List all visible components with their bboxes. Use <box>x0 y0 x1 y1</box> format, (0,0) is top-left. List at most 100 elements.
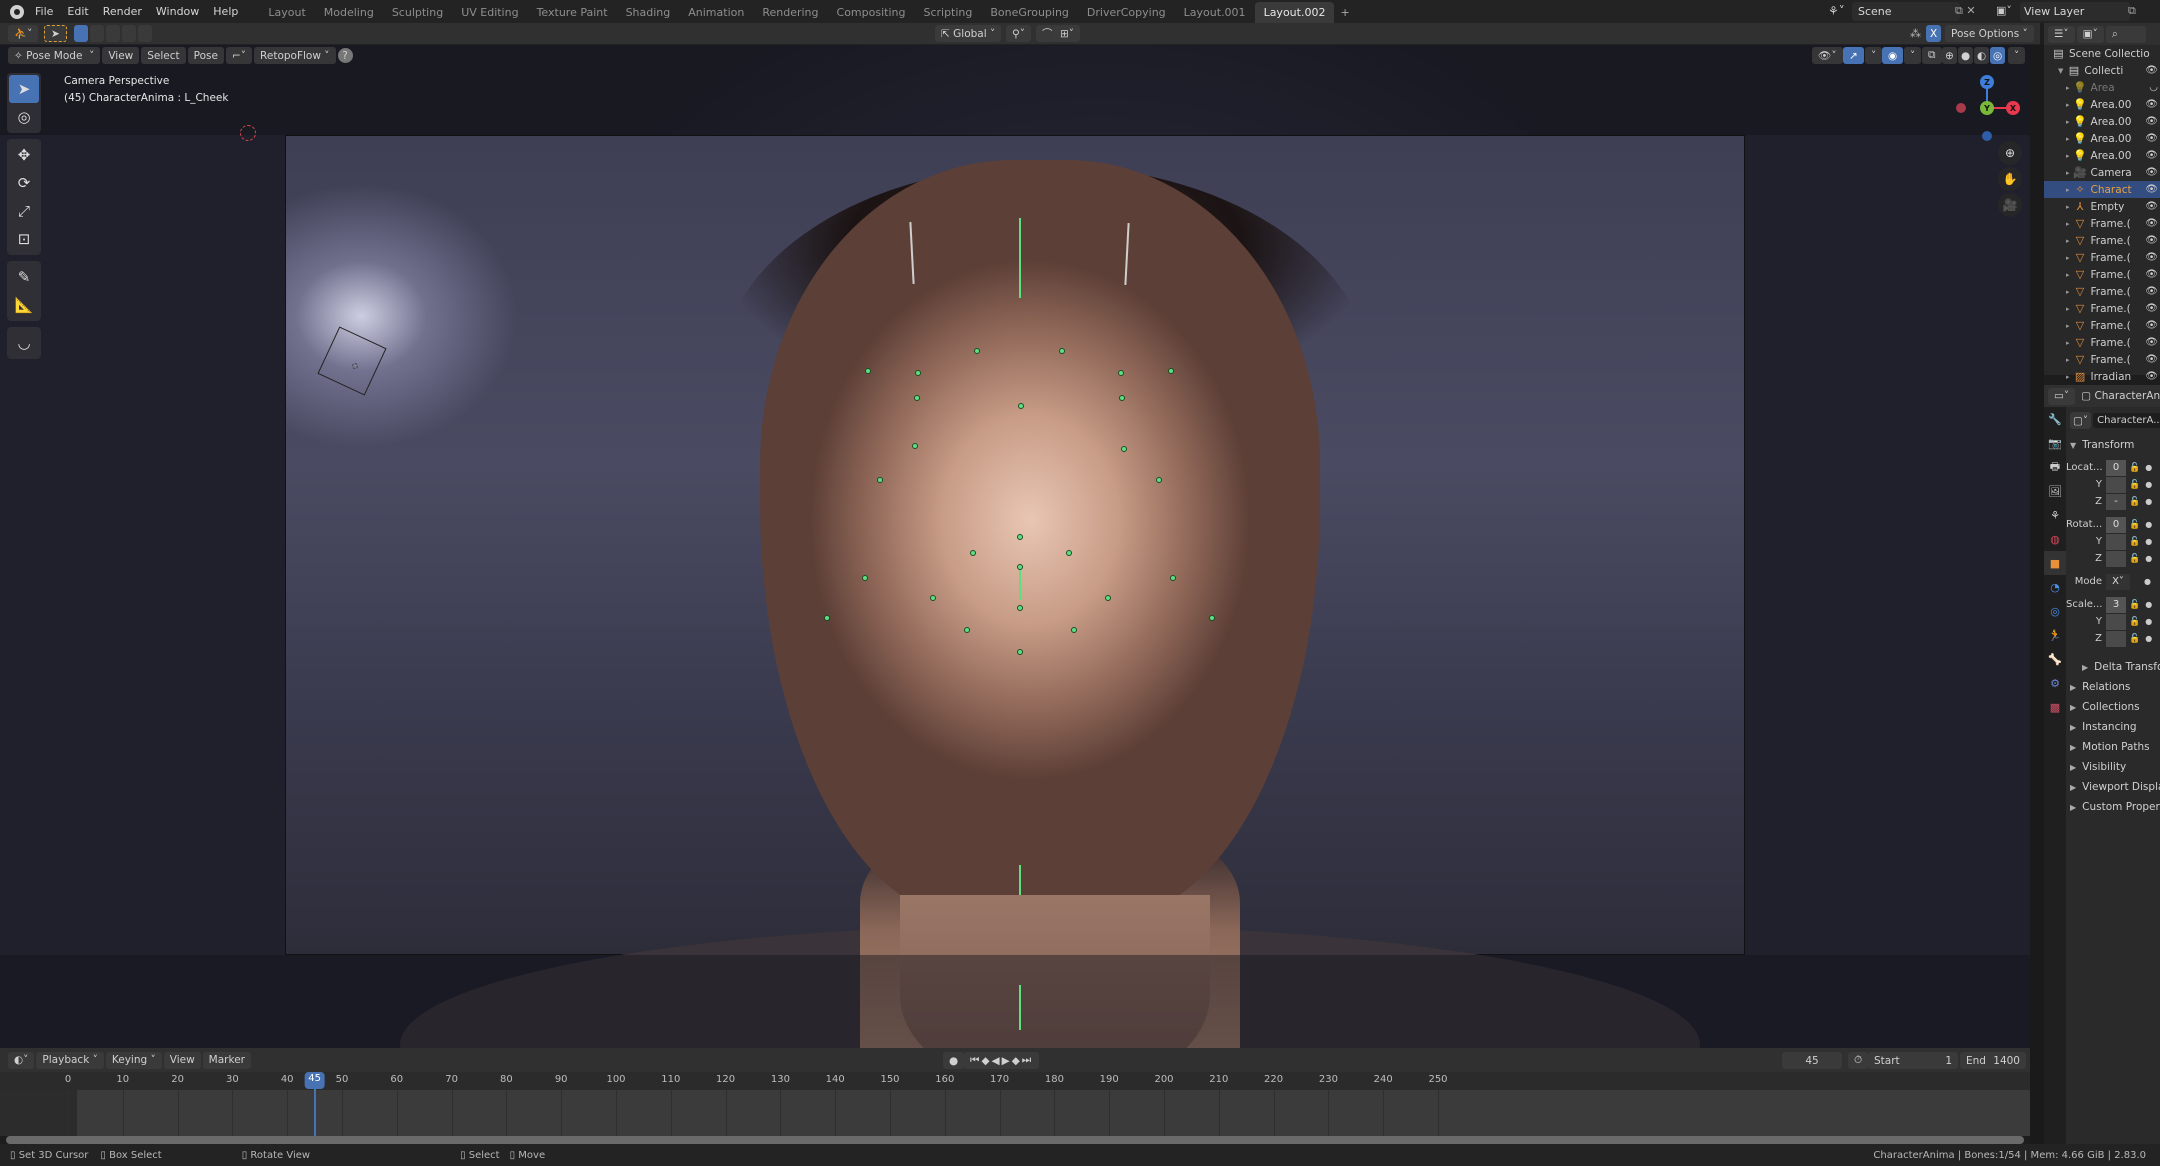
area-divider[interactable] <box>2030 45 2044 1144</box>
lock-icon[interactable]: 🔓 <box>2129 600 2140 610</box>
menu-file[interactable]: File <box>28 0 60 23</box>
disclosure-triangle-icon[interactable]: ▸ <box>2066 339 2070 347</box>
bone-brow-l-outer[interactable] <box>865 368 871 374</box>
tab-modeling[interactable]: Modeling <box>315 2 383 23</box>
eye-icon[interactable]: 👁 <box>2145 150 2158 161</box>
bone-cheek-lower-l[interactable] <box>862 575 868 581</box>
keyframe-dot-icon[interactable]: ● <box>2144 577 2151 586</box>
3d-cursor-icon[interactable] <box>240 125 256 141</box>
scene-tab-icon[interactable]: ⚘ <box>2044 503 2066 527</box>
gizmo-neg-x-axis[interactable] <box>1956 103 1966 113</box>
outliner-item[interactable]: ▸ ⅄ Empty 👁 <box>2044 198 2160 215</box>
timeline-scrollbar[interactable] <box>6 1136 2024 1144</box>
lock-icon[interactable]: 🔓 <box>2129 537 2140 547</box>
properties-editor-type[interactable]: ▭˅ <box>2048 387 2076 405</box>
outliner-search[interactable]: ⌕ <box>2105 25 2146 43</box>
scale-z-field[interactable] <box>2106 630 2126 647</box>
overlay-dropdown[interactable]: ˅ <box>1904 47 1922 64</box>
tab-layout-001[interactable]: Layout.001 <box>1175 2 1255 23</box>
lock-icon[interactable]: 🔓 <box>2129 554 2140 564</box>
modifier-tab-icon[interactable]: ◔ <box>2044 575 2066 599</box>
end-frame-field[interactable]: End 1400 <box>1960 1052 2026 1069</box>
disclosure-triangle-icon[interactable]: ▸ <box>2066 203 2070 211</box>
pan-hand-icon[interactable]: ✋ <box>1998 167 2022 191</box>
current-frame-indicator[interactable]: 45 <box>304 1072 325 1089</box>
bend-tool[interactable]: ◡ <box>9 329 39 357</box>
annotate-tool[interactable]: ✎ <box>9 263 39 291</box>
keyframe-dot-icon[interactable]: ● <box>2145 480 2152 489</box>
record-button[interactable]: ● <box>943 1052 965 1069</box>
snap-target-dropdown[interactable]: ⊞˅ <box>1054 25 1081 42</box>
location-y-field[interactable] <box>2106 476 2126 493</box>
shading-rendered[interactable]: ◎ <box>1990 47 2006 64</box>
bone-l-cheek-selected[interactable] <box>1170 575 1176 581</box>
tab-shading[interactable]: Shading <box>617 2 680 23</box>
keyframe-dot-icon[interactable]: ● <box>2145 497 2152 506</box>
bone-lip-lower[interactable] <box>1017 605 1023 611</box>
eye-icon[interactable]: 👁 <box>2145 337 2158 348</box>
outliner-item[interactable]: ▸ ▽ Frame.(👁 <box>2044 266 2160 283</box>
view-menu[interactable]: View <box>102 47 140 64</box>
camera-view-icon[interactable]: 🎥 <box>1998 193 2022 217</box>
eye-icon[interactable]: 👁 <box>2145 303 2158 314</box>
bone-lip-upper-r[interactable] <box>1066 550 1072 556</box>
add-workspace-button[interactable]: + <box>1334 2 1355 23</box>
disclosure-triangle-icon[interactable]: ▸ <box>2066 288 2070 296</box>
keyframe-dot-icon[interactable]: ● <box>2145 634 2152 643</box>
tab-drivercopying[interactable]: DriverCopying <box>1078 2 1175 23</box>
lock-icon[interactable]: 🔓 <box>2129 634 2140 644</box>
mirror-x-toggle[interactable]: X <box>1926 25 1942 42</box>
gizmo-y-axis[interactable]: Y <box>1980 101 1994 115</box>
shading-material[interactable]: ◐ <box>1974 47 1990 64</box>
select-mode-invert-icon[interactable] <box>122 25 136 42</box>
physics-tab-icon[interactable]: ◎ <box>2044 599 2066 623</box>
outliner-item[interactable]: ▸ 💡 Area.00 👁 <box>2044 147 2160 164</box>
render-tab-icon[interactable]: 📷 <box>2044 431 2066 455</box>
bone-eyelid-l[interactable] <box>914 395 920 401</box>
eye-closed-icon[interactable]: ◡ <box>2149 82 2158 93</box>
outliner-item[interactable]: ▸ ▨ Irradian 👁 <box>2044 368 2160 385</box>
playback-menu[interactable]: Playback ˅ <box>36 1051 104 1069</box>
datablock-name[interactable]: CharacterA... <box>2093 413 2160 428</box>
outliner-item[interactable]: ▸ ▽ Frame.(👁 <box>2044 249 2160 266</box>
eye-icon[interactable]: 👁 <box>2145 235 2158 246</box>
tab-sculpting[interactable]: Sculpting <box>383 2 452 23</box>
texture-tab-icon[interactable]: ▩ <box>2044 695 2066 719</box>
editor-type-icon[interactable]: ⛹˅ <box>8 25 39 42</box>
disclosure-triangle-icon[interactable]: ▸ <box>2066 169 2070 177</box>
disclosure-triangle-icon[interactable]: ▸ <box>2066 356 2070 364</box>
eye-icon[interactable]: 👁 <box>2145 133 2158 144</box>
disclosure-triangle-icon[interactable]: ▸ <box>2066 373 2070 381</box>
cursor-tool[interactable]: ◎ <box>9 103 39 131</box>
lock-icon[interactable]: 🔓 <box>2129 480 2140 490</box>
panel-header[interactable]: ▶ Visibility <box>2066 757 2160 777</box>
lock-icon[interactable]: 🔓 <box>2129 497 2140 507</box>
visibility-dropdown[interactable]: 👁˅ <box>1812 47 1843 64</box>
bone-mouth-corner-l[interactable] <box>930 595 936 601</box>
new-view-layer-icon[interactable]: ⧉ <box>2128 4 2136 18</box>
bone-mouth-corner-r[interactable] <box>1105 595 1111 601</box>
panel-header[interactable]: ▶ Instancing <box>2066 717 2160 737</box>
panel-header[interactable]: ▶ Viewport Display <box>2066 777 2160 797</box>
outliner-item[interactable]: ▸ ▽ Frame.(👁 <box>2044 300 2160 317</box>
location-x-field[interactable]: 0 <box>2106 459 2126 476</box>
rotation-z-field[interactable] <box>2106 550 2126 567</box>
outliner-item[interactable]: ▼ ▤ Collecti 👁 <box>2044 62 2160 79</box>
new-scene-icon[interactable]: ⧉ ✕ <box>1955 4 1976 18</box>
disclosure-triangle-icon[interactable]: ▸ <box>2066 118 2070 126</box>
shading-solid[interactable]: ● <box>1958 47 1974 64</box>
view-layer-icon[interactable]: ▣˅ <box>1996 4 2012 17</box>
shading-dropdown[interactable]: ˅ <box>2008 47 2026 64</box>
bone-cheek-l[interactable] <box>877 477 883 483</box>
scale-y-field[interactable] <box>2106 613 2126 630</box>
menu-help[interactable]: Help <box>206 0 245 23</box>
current-frame-field[interactable]: 45 <box>1782 1052 1842 1069</box>
timeline-view-menu[interactable]: View <box>163 1051 201 1069</box>
move-tool[interactable]: ✥ <box>9 141 39 169</box>
bone-cheek-r[interactable] <box>1156 477 1162 483</box>
eye-icon[interactable]: 👁 <box>2145 99 2158 110</box>
transform-orientation-dropdown[interactable]: ⇱ Global ˅ <box>935 25 1002 42</box>
bone-brow-l[interactable] <box>915 370 921 376</box>
tab-compositing[interactable]: Compositing <box>828 2 915 23</box>
outliner-item[interactable]: ▸ ▽ Frame.(👁 <box>2044 283 2160 300</box>
